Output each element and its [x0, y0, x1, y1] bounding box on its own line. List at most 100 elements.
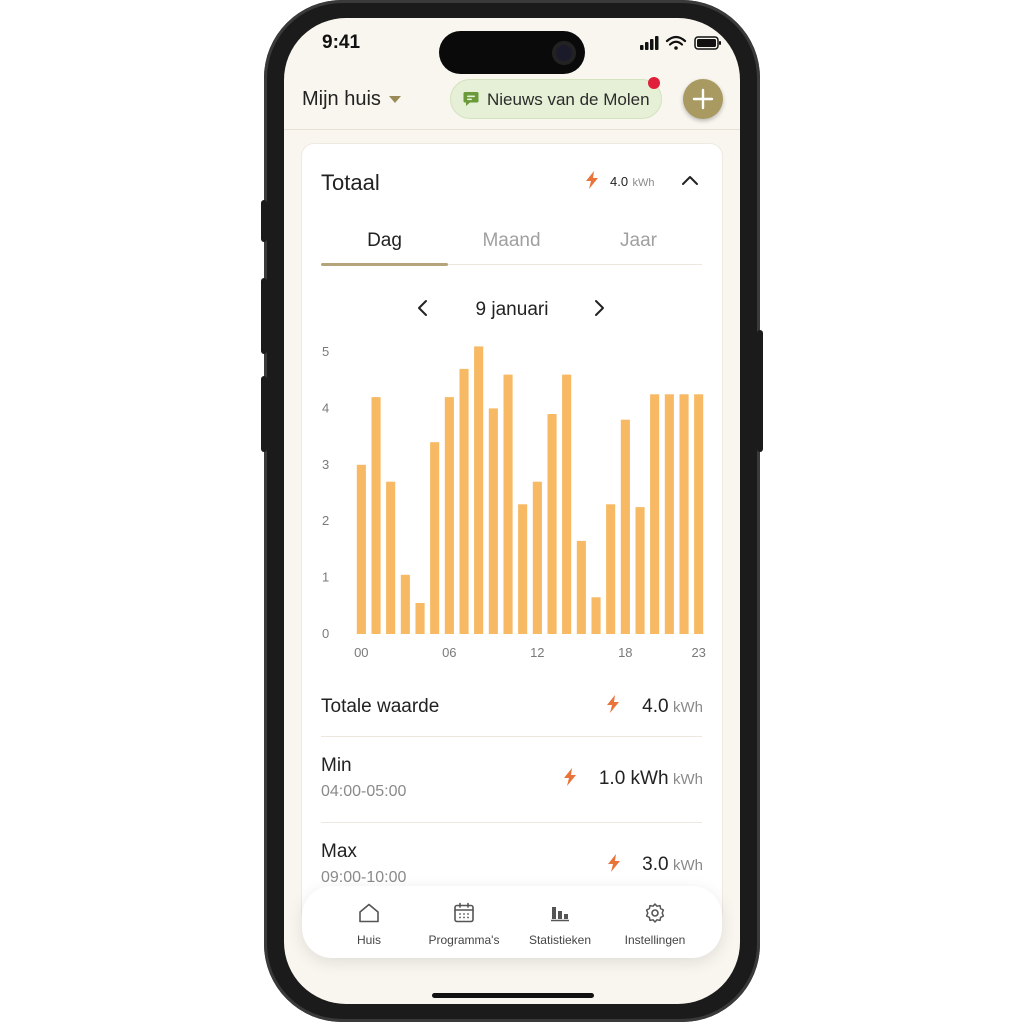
card-total: 4.0 kWh	[610, 173, 655, 191]
plus-icon	[692, 88, 714, 110]
x-tick-label: 18	[618, 645, 632, 660]
chart-bar	[459, 368, 469, 634]
chart-bar	[474, 346, 484, 634]
status-time: 9:41	[322, 32, 361, 53]
chevron-left-icon[interactable]	[416, 299, 430, 317]
bolt-icon	[608, 854, 620, 872]
bolt-icon	[564, 768, 576, 786]
card-total-unit: kWh	[632, 177, 655, 189]
total-value-group: 4.0 kWh	[642, 696, 703, 718]
chart-bar	[664, 394, 674, 634]
add-button[interactable]	[683, 79, 723, 119]
gear-icon	[645, 903, 665, 923]
nav-item-programmas[interactable]: Programma's	[416, 902, 512, 947]
tab-jaar[interactable]: Jaar	[575, 230, 702, 252]
y-tick-label: 1	[322, 570, 329, 585]
bolt-icon	[607, 695, 619, 713]
min-value-group: 1.0 kWh kWh	[599, 768, 703, 790]
nav-label-huis: Huis	[356, 933, 381, 947]
total-value: 4.0	[642, 696, 669, 717]
status-icons	[640, 35, 721, 50]
home-indicator	[432, 993, 594, 998]
chart-bar	[356, 464, 366, 634]
card-title: Totaal	[321, 170, 380, 195]
energy-chart: 01234500 06 12 18 23	[322, 344, 706, 660]
date-label: 9 januari	[475, 299, 549, 320]
chart-bar	[488, 408, 498, 634]
chart-bar	[620, 419, 630, 634]
chart-bar	[430, 442, 440, 634]
camera-icon	[552, 41, 576, 65]
y-tick-label: 0	[322, 626, 329, 641]
bolt-icon	[586, 171, 598, 189]
volume-up-button	[261, 278, 267, 354]
min-unit: kWh	[673, 771, 703, 788]
home-selector-label: Mijn huis	[302, 88, 381, 110]
chart-bar	[606, 504, 616, 634]
chart-bar	[532, 481, 542, 634]
min-label: Min	[321, 755, 352, 776]
x-tick-label: 06	[442, 645, 456, 660]
stats-divider	[321, 736, 702, 737]
news-label: Nieuws van de Molen	[487, 90, 650, 109]
chart-bar	[635, 507, 645, 634]
chart-bar	[415, 603, 425, 634]
chart-bar	[679, 394, 689, 634]
chart-bar	[576, 540, 586, 634]
x-tick-label: 00	[354, 645, 368, 660]
max-value: 3.0	[642, 854, 669, 875]
total-label: Totale waarde	[321, 696, 440, 717]
chart-bar	[562, 374, 572, 634]
y-tick-label: 4	[322, 400, 329, 415]
total-unit: kWh	[673, 699, 703, 716]
nav-label-programmas: Programma's	[428, 933, 500, 947]
notification-dot	[648, 77, 660, 89]
chart-bar	[518, 504, 528, 634]
chart-bar	[371, 397, 381, 634]
stats-divider	[321, 822, 702, 823]
chart-bar	[547, 414, 557, 634]
message-icon	[463, 92, 479, 106]
signal-icon	[640, 36, 659, 50]
chart-bar	[694, 394, 704, 634]
max-range: 09:00-10:00	[321, 869, 407, 886]
header-divider	[284, 129, 740, 130]
nav-label-instellingen: Instellingen	[624, 933, 686, 947]
chart-bar	[400, 574, 410, 634]
wifi-icon	[665, 35, 687, 50]
min-range: 04:00-05:00	[321, 783, 407, 800]
news-button[interactable]: Nieuws van de Molen	[450, 79, 662, 119]
home-icon	[359, 903, 379, 923]
y-tick-label: 5	[322, 344, 329, 359]
y-tick-label: 3	[322, 457, 329, 472]
calendar-icon	[454, 902, 474, 923]
tab-maand[interactable]: Maand	[448, 230, 575, 252]
tab-dag[interactable]: Dag	[321, 230, 448, 252]
max-label: Max	[321, 841, 357, 862]
nav-item-instellingen[interactable]: Instellingen	[607, 902, 703, 947]
energy-card: Totaal 4.0 kWh Dag Maand Jaar 9 januari …	[302, 144, 722, 924]
chart-bar	[650, 394, 660, 634]
nav-item-statistieken[interactable]: Statistieken	[512, 902, 608, 947]
power-button	[757, 330, 763, 452]
x-tick-label: 23	[691, 645, 705, 660]
battery-icon	[694, 36, 721, 50]
chevron-up-icon[interactable]	[680, 172, 700, 188]
chart-bar	[444, 397, 454, 634]
caret-down-icon	[388, 96, 401, 104]
stats-icon	[551, 907, 569, 922]
x-tick-label: 12	[530, 645, 544, 660]
chart-bar	[591, 597, 601, 634]
chart-bar	[503, 374, 513, 634]
chevron-right-icon[interactable]	[592, 299, 606, 317]
min-value: 1.0 kWh	[598, 768, 669, 789]
action-button	[261, 200, 267, 242]
dynamic-island	[439, 31, 585, 74]
nav-label-statistieken: Statistieken	[528, 933, 592, 947]
volume-down-button	[261, 376, 267, 452]
card-total-value: 4.0	[610, 174, 629, 189]
home-selector[interactable]: Mijn huis	[302, 88, 401, 111]
bottom-nav: Huis Programma's Statistieken Instelling…	[302, 886, 722, 958]
max-unit: kWh	[673, 857, 703, 874]
nav-item-huis[interactable]: Huis	[321, 902, 417, 947]
